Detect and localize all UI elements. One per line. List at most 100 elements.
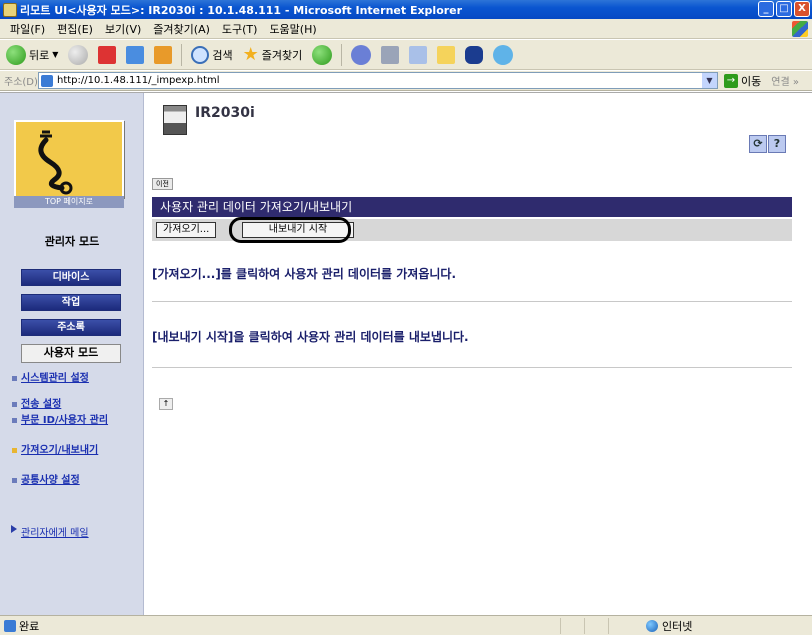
address-url: http://10.1.48.111/_impexp.html bbox=[57, 75, 220, 86]
status-cells bbox=[560, 617, 632, 634]
nav-addressbook-button[interactable]: 주소록 bbox=[21, 319, 121, 336]
page-icon bbox=[41, 74, 53, 87]
minimize-button[interactable]: _ bbox=[758, 1, 774, 17]
stop-button[interactable] bbox=[95, 43, 119, 67]
menu-file[interactable]: 파일(F) bbox=[4, 21, 51, 37]
status-cell bbox=[584, 617, 608, 634]
nav-job-button[interactable]: 작업 bbox=[21, 294, 121, 311]
globe-icon bbox=[646, 619, 658, 632]
section-title: 사용자 관리 데이터 가져오기/내보내기 bbox=[152, 197, 792, 217]
bullet-icon bbox=[12, 448, 17, 453]
top-page-logo[interactable] bbox=[14, 120, 124, 198]
star-icon: ★ bbox=[242, 44, 259, 65]
home-icon bbox=[154, 45, 173, 64]
search-label: 검색 bbox=[212, 48, 233, 62]
sidebar-link-system-settings[interactable]: 시스템관리 설정 bbox=[11, 373, 136, 384]
highlight-oval bbox=[229, 217, 351, 243]
page-top-button[interactable]: ↑ bbox=[159, 398, 173, 410]
sidebar-link-dept-user[interactable]: 부문 ID/사용자 관리 bbox=[11, 415, 136, 426]
export-instruction: [내보내기 시작]을 클릭하여 사용자 관리 데이터를 내보냅니다. bbox=[152, 330, 469, 344]
help-button[interactable]: ? bbox=[768, 135, 786, 153]
messenger-button[interactable] bbox=[490, 43, 516, 67]
refresh-button[interactable]: ⟳ bbox=[749, 135, 767, 153]
status-zone: 인터넷 bbox=[632, 618, 692, 634]
home-button[interactable] bbox=[151, 43, 175, 67]
toolbar-separator bbox=[341, 43, 343, 66]
browser-content: TOP 페이지로 관리자 모드 디바이스 작업 주소록 사용자 모드 시스템관리… bbox=[0, 92, 812, 615]
window-controls: _ □ X bbox=[758, 1, 810, 17]
import-instruction: [가져오기...]를 클릭하여 사용자 관리 데이터를 가져옵니다. bbox=[152, 267, 457, 281]
nav-device-button[interactable]: 디바이스 bbox=[21, 269, 121, 286]
history-icon bbox=[312, 44, 333, 65]
toolbar-separator bbox=[181, 43, 183, 66]
main-panel: IR2030i ⟳ ? 이전 사용자 관리 데이터 가져오기/내보내기 가져오기… bbox=[145, 93, 812, 615]
search-icon bbox=[191, 45, 210, 64]
sidebar-link-common-settings[interactable]: 공통사양 설정 bbox=[11, 475, 136, 486]
close-button[interactable]: X bbox=[794, 1, 810, 17]
sidebar-link-label: 부문 ID/사용자 관리 bbox=[21, 415, 109, 426]
edit-icon bbox=[409, 45, 428, 64]
windows-logo-icon bbox=[792, 21, 808, 37]
menu-edit[interactable]: 편집(E) bbox=[51, 21, 99, 37]
admin-mode-label: 관리자 모드 bbox=[44, 235, 100, 248]
remote-ui-app-icon bbox=[3, 2, 17, 17]
go-arrow-icon: → bbox=[724, 73, 738, 88]
top-page-caption[interactable]: TOP 페이지로 bbox=[14, 196, 124, 208]
forward-arrow-icon bbox=[68, 44, 89, 65]
mail-button[interactable] bbox=[348, 43, 374, 67]
import-button[interactable]: 가져오기... bbox=[156, 222, 217, 238]
back-button[interactable]: 뒤로 ▼ bbox=[3, 43, 61, 67]
search-button[interactable]: 검색 bbox=[188, 43, 235, 67]
mail-admin-link[interactable]: 관리자에게 메일 bbox=[11, 524, 89, 539]
menu-tools[interactable]: 도구(T) bbox=[216, 21, 264, 37]
device-name: IR2030i bbox=[195, 105, 255, 121]
menu-favorites[interactable]: 즐겨찾기(A) bbox=[147, 21, 216, 37]
status-cell bbox=[608, 617, 632, 634]
folder-icon bbox=[437, 45, 456, 64]
status-left: 완료 bbox=[0, 618, 560, 634]
back-arrow-icon bbox=[6, 44, 26, 65]
messenger-icon bbox=[493, 44, 514, 65]
sidebar-link-label: 시스템관리 설정 bbox=[21, 373, 89, 384]
sidebar-link-import-export[interactable]: 가져오기/내보내기 bbox=[11, 445, 136, 456]
go-label: 이동 bbox=[741, 74, 762, 88]
print-button[interactable] bbox=[378, 43, 402, 67]
prev-button[interactable]: 이전 bbox=[152, 178, 173, 190]
divider bbox=[152, 301, 792, 302]
stop-icon bbox=[98, 45, 117, 64]
mail-icon bbox=[351, 44, 372, 65]
bluetooth-icon bbox=[465, 45, 484, 64]
edit-button[interactable] bbox=[406, 43, 430, 67]
bullet-icon bbox=[12, 402, 17, 407]
status-text: 완료 bbox=[19, 619, 40, 633]
links-label[interactable]: 연결 » bbox=[771, 73, 799, 88]
title-bar: 리모트 UI<사용자 모드>: IR2030i : 10.1.48.111 - … bbox=[0, 0, 812, 19]
address-bar: 주소(D) http://10.1.48.111/_impexp.html ▼ … bbox=[0, 71, 812, 91]
sidebar-link-label: 공통사양 설정 bbox=[21, 475, 80, 486]
menu-bar: 파일(F) 편집(E) 보기(V) 즐겨찾기(A) 도구(T) 도움말(H) bbox=[0, 19, 812, 39]
bluetooth-button[interactable] bbox=[462, 43, 486, 67]
address-dropdown-icon[interactable]: ▼ bbox=[702, 73, 717, 88]
printer-icon bbox=[163, 105, 187, 135]
maximize-button[interactable]: □ bbox=[776, 1, 792, 17]
sidebar-link-send-settings[interactable]: 전송 설정 bbox=[11, 399, 136, 410]
history-button[interactable] bbox=[309, 43, 335, 67]
refresh-page-button[interactable] bbox=[123, 43, 147, 67]
print-icon bbox=[381, 45, 400, 64]
favorites-button[interactable]: ★ 즐겨찾기 bbox=[240, 43, 306, 67]
nav-user-mode-button[interactable]: 사용자 모드 bbox=[21, 344, 121, 363]
refresh-page-icon bbox=[126, 45, 145, 64]
folder-button[interactable] bbox=[434, 43, 458, 67]
address-input[interactable]: http://10.1.48.111/_impexp.html ▼ bbox=[38, 72, 718, 89]
bullet-icon bbox=[12, 478, 17, 483]
menu-help[interactable]: 도움말(H) bbox=[263, 21, 322, 37]
bullet-icon bbox=[12, 418, 17, 423]
forward-button[interactable] bbox=[65, 43, 91, 67]
triangle-icon bbox=[11, 525, 17, 533]
bullet-icon bbox=[12, 376, 17, 381]
window-title: 리모트 UI<사용자 모드>: IR2030i : 10.1.48.111 - … bbox=[20, 3, 463, 17]
cable-logo-icon bbox=[38, 130, 73, 195]
menu-view[interactable]: 보기(V) bbox=[99, 21, 147, 37]
page-done-icon bbox=[4, 619, 16, 632]
go-button[interactable]: → 이동 bbox=[724, 73, 761, 89]
